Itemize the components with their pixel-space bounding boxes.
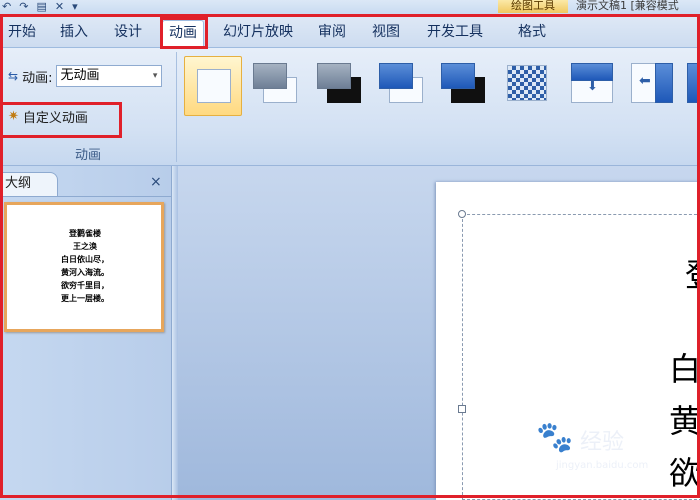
close-icon[interactable]: × (150, 174, 162, 190)
transition-dissolve-thumb[interactable] (498, 56, 556, 116)
thumbnail-text: 登鹳雀楼 王之涣 白日依山尽， 黄河入海流。 欲穷千里目， 更上一层楼。 (35, 227, 135, 305)
thumbnail-line: 黄河入海流。 (61, 267, 109, 277)
animation-select[interactable]: 无动画 ▾ (56, 65, 163, 87)
baidu-watermark: 🐾 经验 jingyan.baidu.com (536, 420, 696, 480)
transition-gallery: ⬇ ⬅ (182, 54, 700, 132)
transition-cut-thumb[interactable] (372, 56, 430, 116)
tab-developer[interactable]: 开发工具 (422, 20, 488, 46)
tab-slideshow[interactable]: 幻灯片放映 (218, 20, 298, 46)
group-separator (176, 52, 177, 162)
thumbnail-line: 登鹳雀楼 (69, 228, 101, 238)
watermark-text: 经验 (580, 430, 625, 455)
chevron-down-icon[interactable]: ▾ (153, 66, 158, 86)
thumbnail-line: 白日依山尽， (61, 254, 109, 264)
custom-animation-icon: ✷ (8, 108, 19, 124)
transition-cut-black-thumb[interactable] (434, 56, 492, 116)
watermark-url: jingyan.baidu.com (556, 460, 649, 471)
thumbnail-line: 欲穷千里目， (61, 280, 109, 290)
animation-label: 动画: (22, 70, 53, 86)
animation-select-value: 无动画 (60, 68, 100, 83)
ribbon-tabs: 开始 插入 设计 动画 幻灯片放映 审阅 视图 开发工具 格式 (0, 14, 700, 48)
transition-wipe-down-thumb[interactable]: ⬇ (562, 56, 620, 116)
transition-fade-thumb[interactable] (246, 56, 304, 116)
resize-handle[interactable] (458, 405, 466, 413)
redo-icon[interactable]: ↷ (19, 0, 28, 13)
tab-insert[interactable]: 插入 (54, 20, 94, 46)
undo-icon[interactable]: ↶ (2, 0, 11, 13)
arrow-left-icon: ⬅ (639, 73, 651, 89)
animation-row: ⇆ 动画: 无动画 ▾ (8, 64, 163, 88)
tab-animation[interactable]: 动画 (162, 20, 204, 46)
dropdown-icon[interactable]: ▾ (72, 0, 78, 13)
panel-tab-divider (0, 196, 172, 197)
drawing-tools-context-tab[interactable]: 绘图工具 (498, 0, 568, 13)
tab-outline[interactable]: 大纲 (0, 172, 58, 196)
transition-more-thumb[interactable] (684, 56, 700, 116)
tab-home[interactable]: 开始 (4, 20, 40, 46)
paw-logo-icon: 🐾 (536, 420, 574, 455)
title-bar: ↶ ↷ ▤ ✕ ▾ 绘图工具 演示文稿1 [兼容模式 (0, 0, 700, 14)
close-icon[interactable]: ✕ (55, 0, 64, 13)
thumbnail-line: 更上一层楼。 (61, 293, 109, 303)
custom-animation-button[interactable]: ✷ 自定义动画 (8, 106, 88, 126)
tab-review[interactable]: 审阅 (312, 20, 352, 46)
thumbnail-line: 王之涣 (73, 241, 97, 251)
ribbon-panel: ⇆ 动画: 无动画 ▾ ✷ 自定义动画 动画 ⬇ ⬅ (0, 48, 700, 166)
arrow-down-icon: ⬇ (587, 79, 598, 94)
transition-none-thumb[interactable] (184, 56, 242, 116)
quick-access-toolbar: ↶ ↷ ▤ ✕ ▾ (2, 0, 78, 13)
outline-panel: 大纲 × 登鹳雀楼 王之涣 白日依山尽， 黄河入海流。 欲穷千里目， 更上一层楼… (0, 166, 172, 500)
slide-text-char: 登 (685, 257, 700, 293)
animation-group-label: 动画 (74, 148, 101, 163)
custom-animation-label: 自定义动画 (22, 110, 88, 126)
slide-thumbnail[interactable]: 登鹳雀楼 王之涣 白日依山尽， 黄河入海流。 欲穷千里目， 更上一层楼。 (4, 202, 164, 332)
slide-text-char: 白 (669, 350, 700, 388)
tab-format[interactable]: 格式 (508, 20, 556, 46)
transition-wipe-left-thumb[interactable]: ⬅ (624, 56, 682, 116)
animation-icon: ⇆ (8, 69, 19, 83)
resize-handle[interactable] (458, 210, 466, 218)
transition-fade-black-thumb[interactable] (310, 56, 368, 116)
print-preview-icon[interactable]: ▤ (36, 0, 46, 13)
tab-design[interactable]: 设计 (108, 20, 148, 46)
document-title: 演示文稿1 [兼容模式 (576, 0, 679, 12)
tab-view[interactable]: 视图 (366, 20, 406, 46)
